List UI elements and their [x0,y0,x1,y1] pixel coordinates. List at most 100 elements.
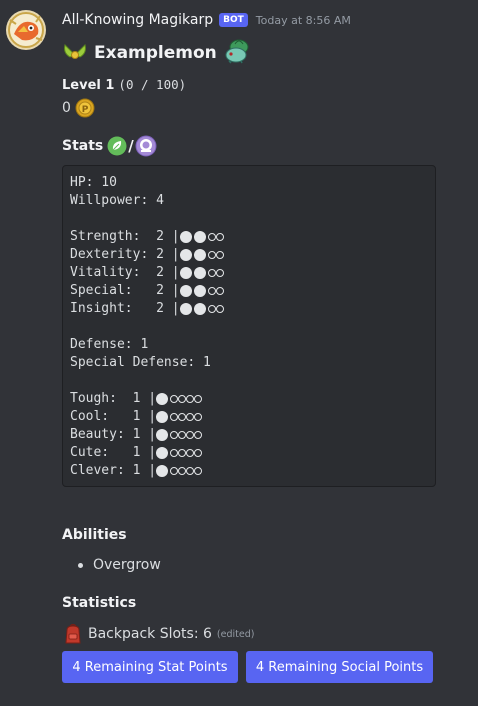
filled-pip-icon [179,302,192,315]
pip-track [179,248,224,261]
empty-pip-icon [207,232,216,241]
coin-count: 0 [62,100,71,116]
pip-track [156,464,203,477]
code-line: Insight: 2 | [70,300,224,318]
filled-pip-icon [179,266,192,279]
filled-pip-icon [193,248,206,261]
svg-text:P: P [82,105,89,115]
empty-pip-icon [215,250,224,259]
backpack-slots: Backpack Slots: 6 [88,626,212,642]
code-text: Strength: 2 | [70,229,180,244]
code-text: Dexterity: 2 | [70,247,180,262]
filled-pip-icon [156,428,169,441]
code-text: Beauty: 1 | [70,427,157,442]
code-line: Tough: 1 | [70,390,203,408]
empty-pip-icon [178,412,187,421]
pip-track [179,266,224,279]
code-text: Cute: 1 | [70,445,157,460]
code-line: Vitality: 2 | [70,264,224,282]
code-line: HP: 10 [70,174,117,192]
social-points-button[interactable]: 4 Remaining Social Points [246,651,433,683]
code-line: Strength: 2 | [70,228,224,246]
code-text: Special Defense: 1 [70,355,211,370]
pip-track [179,230,224,243]
code-line: Defense: 1 [70,336,148,354]
empty-pip-icon [186,448,195,457]
empty-pip-icon [170,430,179,439]
pip-track [156,428,203,441]
empty-pip-icon [186,412,195,421]
pip-track [156,446,203,459]
filled-pip-icon [193,302,206,315]
backpack-icon [62,623,84,645]
code-line: Clever: 1 | [70,462,203,480]
stat-points-button[interactable]: 4 Remaining Stat Points [62,651,238,683]
code-line: Willpower: 4 [70,192,164,210]
filled-pip-icon [179,248,192,261]
code-line: Special: 2 | [70,282,224,300]
social-rank-icon [135,135,157,157]
statistics-heading: Statistics [62,595,137,611]
coin-row: 0 P [62,98,95,118]
code-line: Dexterity: 2 | [70,246,224,264]
filled-pip-icon [179,284,192,297]
bot-tag: BOT [219,13,248,27]
empty-pip-icon [178,448,187,457]
stats-codeblock: HP: 10 Willpower: 4 Strength: 2 | Dexterity… [62,165,436,487]
code-text: Clever: 1 | [70,463,157,478]
pip-track [156,392,203,405]
empty-pip-icon [207,268,216,277]
embed-title: Examplemon [94,43,217,63]
filled-pip-icon [179,230,192,243]
empty-pip-icon [215,232,224,241]
bulbasaur-icon [223,38,251,68]
code-text: Defense: 1 [70,337,149,352]
pip-track [156,410,203,423]
filled-pip-icon [193,266,206,279]
username[interactable]: All-Knowing Magikarp [62,12,213,28]
filled-pip-icon [193,284,206,297]
empty-pip-icon [170,448,179,457]
timestamp[interactable]: Today at 8:56 AM [256,14,351,27]
empty-pip-icon [186,430,195,439]
empty-pip-icon [170,466,179,475]
empty-pip-icon [207,304,216,313]
filled-pip-icon [156,464,169,477]
code-line: Cute: 1 | [70,444,203,462]
stats-row: Stats / [62,135,157,157]
filled-pip-icon [193,230,206,243]
empty-pip-icon [186,466,195,475]
empty-pip-icon [178,466,187,475]
code-text: Insight: 2 | [70,301,180,316]
filled-pip-icon [156,392,169,405]
level-label: Level 1 [62,78,115,93]
code-text: Willpower: 4 [70,193,164,208]
empty-pip-icon [207,250,216,259]
wings-icon [62,41,88,65]
code-text: Cool: 1 | [70,409,157,424]
avatar[interactable] [6,10,46,50]
empty-pip-icon [178,394,187,403]
embed-title-row: Examplemon [62,38,251,68]
filled-pip-icon [156,410,169,423]
code-line: Cool: 1 | [70,408,203,426]
empty-pip-icon [194,412,203,421]
pip-track [179,302,224,315]
abilities-heading: Abilities [62,527,127,543]
pip-track [179,284,224,297]
message-header: All-Knowing Magikarp BOT Today at 8:56 A… [62,11,351,29]
empty-pip-icon [170,412,179,421]
code-text: Special: 2 | [70,283,180,298]
ability-name: Overgrow [93,557,161,573]
filled-pip-icon [156,446,169,459]
backpack-row: Backpack Slots: 6 (edited) [62,623,254,645]
leaf-type-icon [107,136,127,156]
code-text: Tough: 1 | [70,391,157,406]
edited-label: (edited) [216,628,255,640]
empty-pip-icon [215,286,224,295]
code-line: Beauty: 1 | [70,426,203,444]
empty-pip-icon [194,394,203,403]
stats-label: Stats [62,138,104,154]
list-item: Overgrow [78,557,161,573]
empty-pip-icon [194,430,203,439]
